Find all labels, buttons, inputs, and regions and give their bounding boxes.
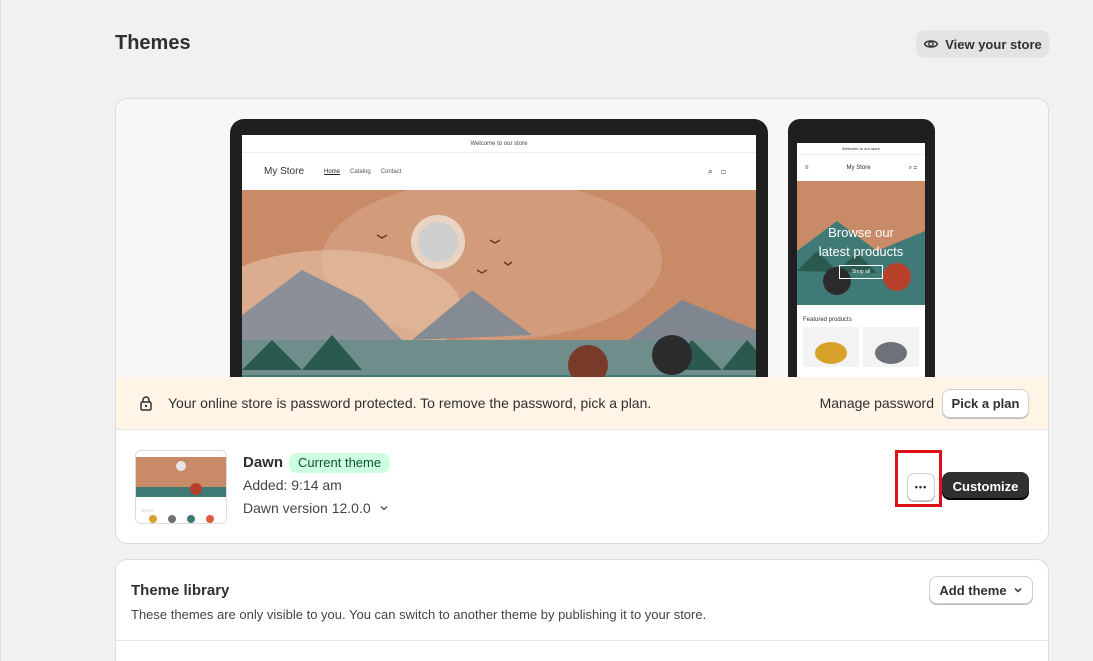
current-theme-badge: Current theme — [289, 453, 391, 473]
mobile-menu-icon: ≡ — [805, 165, 809, 171]
theme-version-dropdown[interactable]: Dawn version 12.0.0 — [243, 500, 389, 516]
lock-icon — [138, 395, 154, 411]
theme-library-description: These themes are only visible to you. Yo… — [131, 607, 707, 622]
current-theme-row: Dawn Current theme Added: 9:14 am Dawn v… — [116, 429, 1048, 543]
mobile-hero-line2: latest products — [818, 244, 904, 259]
customize-button[interactable]: Customize — [942, 472, 1029, 500]
manage-password-link[interactable]: Manage password — [820, 395, 934, 411]
preview-search-icon: ⌕ — [707, 166, 721, 176]
mobile-cart-icon: ⌕ ◻ — [908, 164, 917, 171]
theme-library-card: Theme library These themes are only visi… — [115, 559, 1049, 661]
desktop-preview: Welcome to our store My Store Home Catal… — [230, 119, 768, 377]
theme-added-time: Added: 9:14 am — [243, 477, 342, 493]
view-store-label: View your store — [945, 36, 1042, 52]
preview-nav-contact: Contact — [380, 168, 402, 175]
mobile-featured-products — [803, 327, 919, 367]
theme-library-title: Theme library — [131, 582, 230, 599]
mobile-preview: Welcome to our store ≡ My Store ⌕ ◻ Brow… — [788, 119, 935, 377]
preview-hero-illustration — [242, 190, 756, 377]
library-divider — [116, 640, 1048, 641]
theme-name: Dawn — [243, 454, 284, 471]
mobile-brand: My Store — [846, 165, 871, 171]
mobile-hero: Browse our latest products Shop all — [797, 181, 925, 305]
theme-version-label: Dawn version 12.0.0 — [243, 500, 371, 516]
preview-announcement: Welcome to our store — [242, 135, 756, 153]
eye-icon — [923, 40, 939, 48]
view-store-button[interactable]: View your store — [916, 30, 1049, 58]
current-theme-card: Welcome to our store My Store Home Catal… — [115, 98, 1049, 544]
theme-preview: Welcome to our store My Store Home Catal… — [116, 99, 1048, 377]
preview-brand: My Store — [264, 166, 305, 177]
page-title: Themes — [115, 32, 191, 54]
theme-thumbnail — [135, 450, 227, 524]
pick-plan-button[interactable]: Pick a plan — [942, 389, 1029, 418]
more-dots-icon: ••• — [914, 482, 928, 492]
preview-nav-home: Home — [324, 168, 341, 175]
mobile-hero-line1: Browse our — [828, 225, 894, 240]
chevron-down-icon — [1014, 587, 1022, 593]
password-banner: Your online store is password protected.… — [116, 377, 1048, 429]
preview-cart-icon: ◻ — [720, 166, 734, 176]
add-theme-label: Add theme — [939, 582, 1007, 598]
mobile-shop-all-button: Shop all — [839, 265, 883, 279]
password-message: Your online store is password protected.… — [168, 395, 652, 411]
chevron-down-icon — [380, 506, 388, 511]
preview-nav-catalog: Catalog — [350, 168, 371, 175]
add-theme-button[interactable]: Add theme — [929, 576, 1033, 604]
mobile-announcement: Welcome to our store — [797, 143, 925, 155]
page-left-border — [0, 0, 1, 661]
more-actions-button[interactable]: ••• — [907, 473, 935, 501]
